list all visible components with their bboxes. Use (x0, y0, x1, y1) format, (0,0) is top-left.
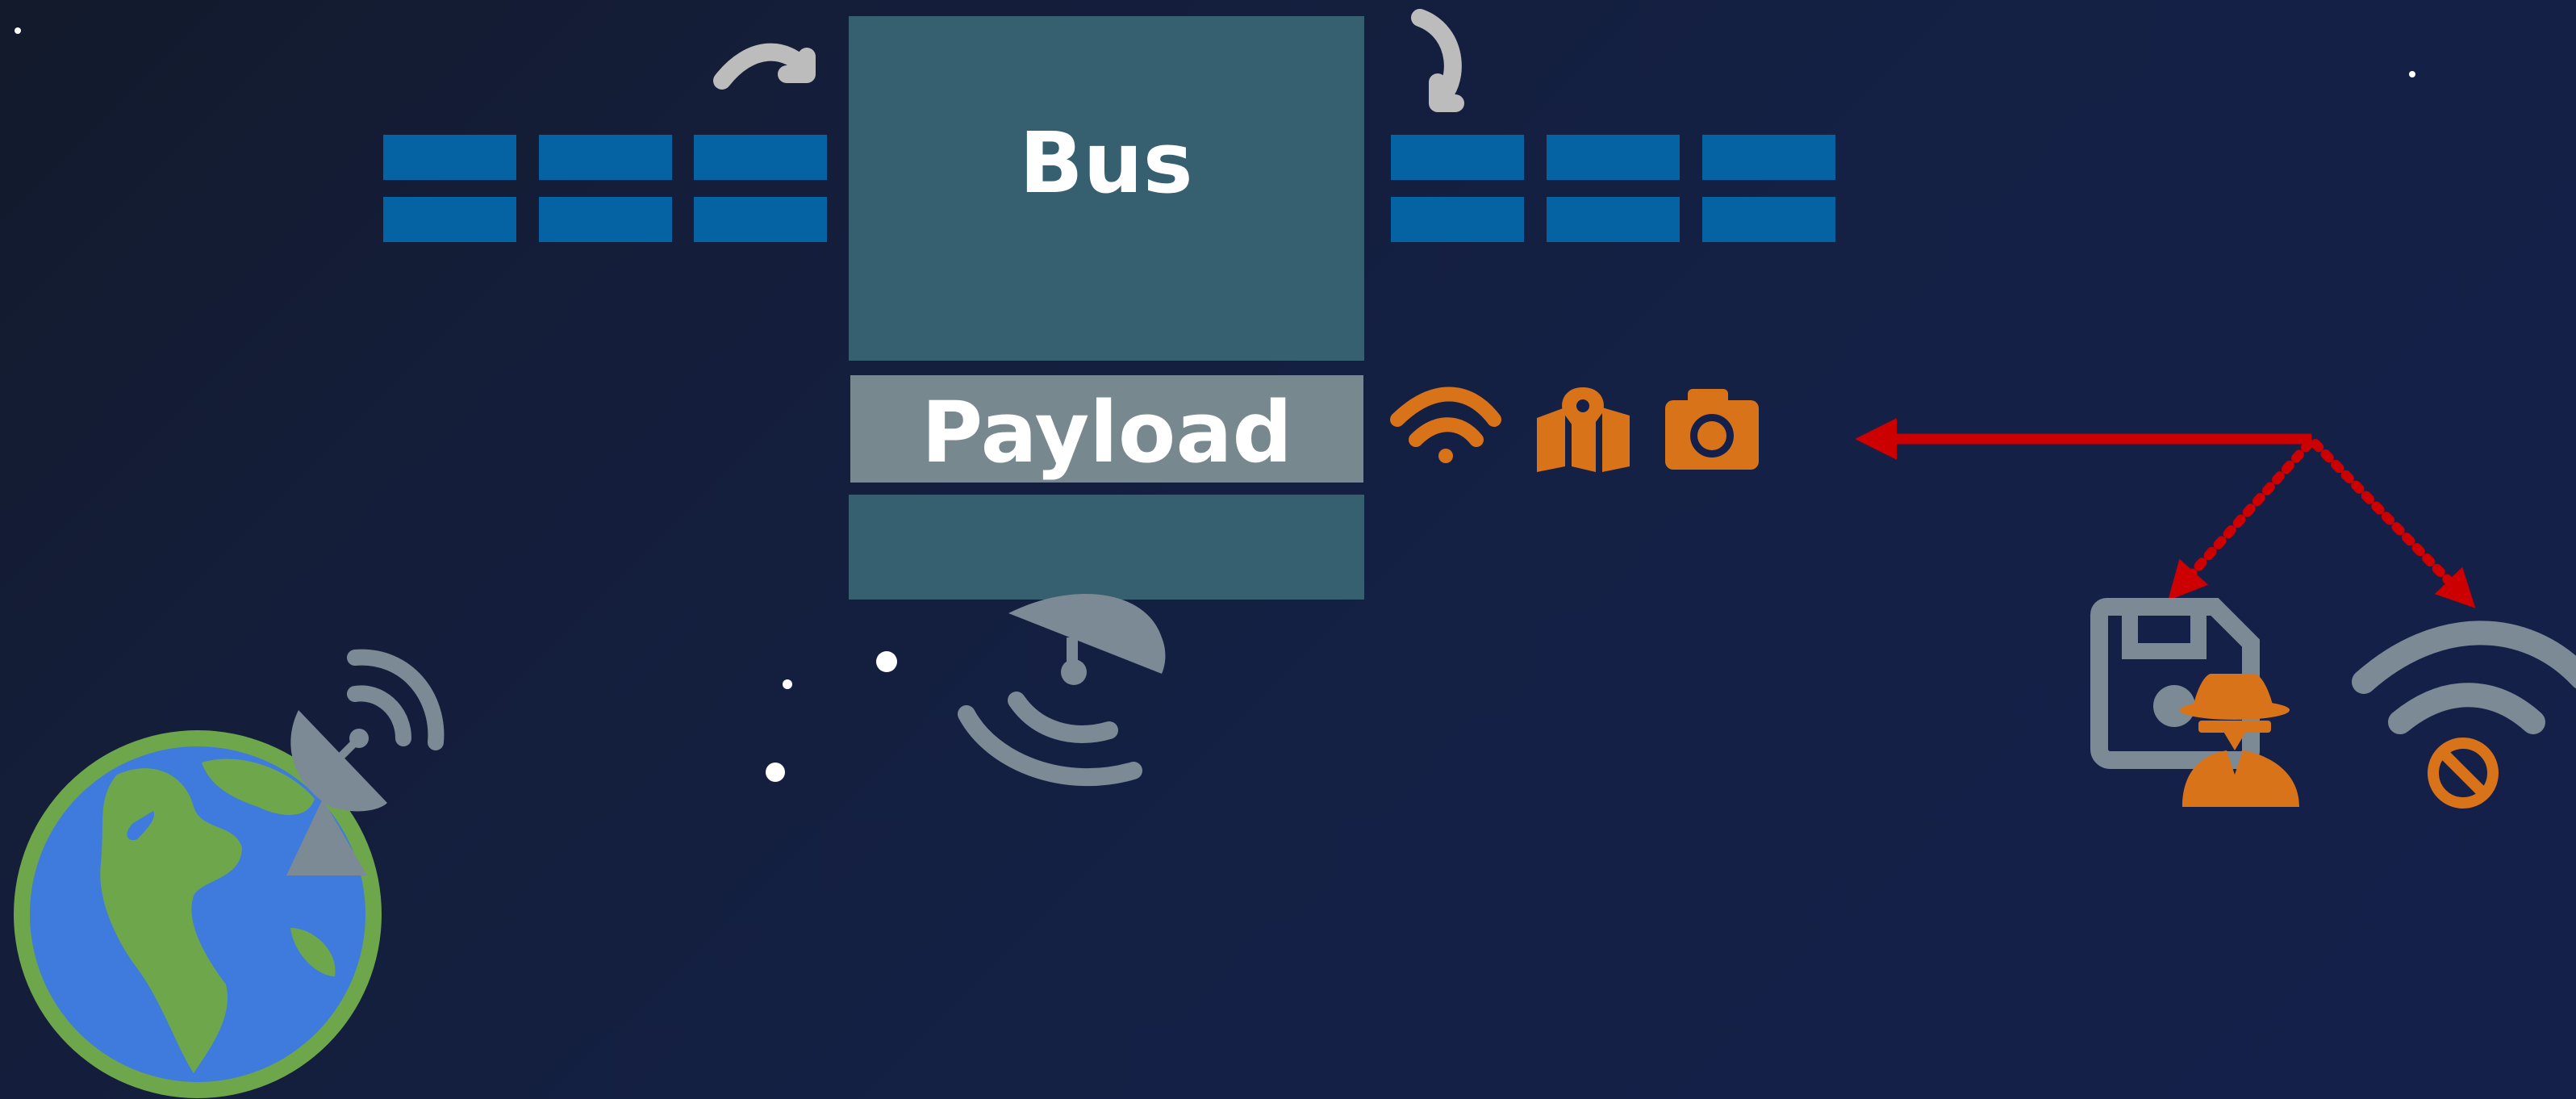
wifi-icon (1390, 387, 1501, 463)
satellite-dish-icon (958, 594, 1166, 787)
bus-label: Bus (1019, 114, 1192, 212)
star (766, 763, 785, 782)
clockwise-arrow-icon (713, 43, 816, 90)
solar-cell (694, 135, 827, 180)
star (2409, 71, 2415, 77)
solar-cell (383, 135, 516, 180)
star (876, 651, 897, 672)
solar-cell (1391, 135, 1524, 180)
map-location-icon (1537, 387, 1630, 472)
payload-label: Payload (921, 383, 1292, 482)
ban-icon (2428, 738, 2499, 809)
wifi-icon (2352, 621, 2576, 734)
star (15, 27, 21, 34)
solar-cell (1547, 135, 1680, 180)
wifi-blocked-icon (2352, 621, 2576, 809)
solar-panel-left (383, 135, 827, 242)
clockwise-arrow-icon (1411, 9, 1464, 112)
solar-cell (539, 197, 672, 242)
solar-cell (383, 197, 516, 242)
solar-cell (1702, 197, 1835, 242)
satellite-attack-diagram: Bus Payload (14, 9, 2576, 1098)
solar-panel-right (1391, 135, 1835, 242)
solar-cell (539, 135, 672, 180)
solar-cell (1547, 197, 1680, 242)
solar-cell (694, 197, 827, 242)
camera-icon (1665, 389, 1759, 470)
attack-arrow-dotted-right (2311, 439, 2476, 608)
spy-icon (2180, 674, 2299, 807)
star (783, 679, 792, 689)
solar-cell (1702, 135, 1835, 180)
solar-cell (1391, 197, 1524, 242)
satellite-base (849, 495, 1364, 600)
attack-arrow-dotted-left (2168, 439, 2314, 601)
attack-arrows (1855, 418, 2476, 608)
